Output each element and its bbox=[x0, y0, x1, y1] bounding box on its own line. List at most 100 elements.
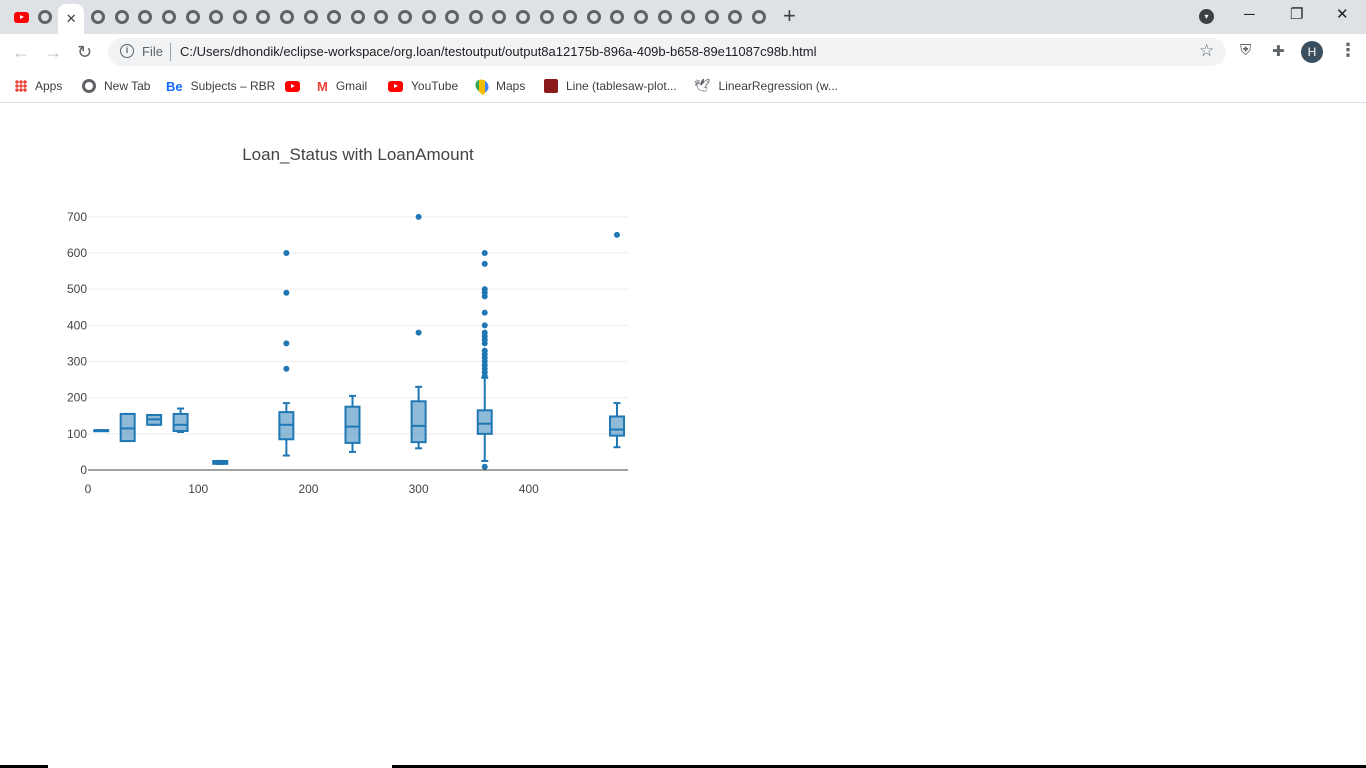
browser-tab[interactable] bbox=[323, 5, 345, 29]
box-rect bbox=[410, 400, 427, 444]
book-icon bbox=[544, 79, 558, 93]
close-icon[interactable]: ✕ bbox=[66, 11, 77, 27]
globe-icon bbox=[398, 10, 412, 24]
bookmark-new-tab[interactable]: New Tab bbox=[82, 76, 150, 96]
browser-tab[interactable] bbox=[488, 5, 510, 29]
browser-tab[interactable] bbox=[606, 5, 628, 29]
browser-tab[interactable] bbox=[654, 5, 676, 29]
address-bar[interactable]: i File C:/Users/dhondik/eclipse-workspac… bbox=[108, 38, 1226, 66]
browser-tab[interactable] bbox=[677, 5, 699, 29]
globe-icon bbox=[162, 10, 176, 24]
bookmark-line-tablesaw[interactable]: Line (tablesaw-plot... bbox=[544, 76, 677, 96]
browser-tab[interactable] bbox=[276, 5, 298, 29]
bookmark-subjects[interactable]: Be Subjects – RBR bbox=[166, 76, 275, 96]
browser-tab[interactable] bbox=[512, 5, 534, 29]
tab-search-icon[interactable]: ▾ bbox=[1199, 9, 1214, 24]
browser-tab[interactable] bbox=[252, 5, 274, 29]
new-tab-button[interactable]: + bbox=[783, 4, 796, 28]
browser-tab[interactable] bbox=[300, 5, 322, 29]
box-rect bbox=[608, 415, 625, 437]
globe-icon bbox=[209, 10, 224, 24]
browser-tab[interactable] bbox=[205, 5, 227, 29]
bookmark-label: Maps bbox=[496, 79, 526, 93]
outlier-point bbox=[481, 260, 488, 267]
browser-tab[interactable] bbox=[724, 5, 746, 29]
globe-icon bbox=[374, 10, 389, 24]
box-group bbox=[476, 250, 493, 470]
globe-icon bbox=[516, 10, 530, 24]
maps-icon bbox=[472, 76, 492, 96]
browser-tab[interactable] bbox=[134, 5, 156, 29]
close-window-icon[interactable]: ✕ bbox=[1336, 4, 1349, 26]
extensions-puzzle-icon[interactable]: ✚ bbox=[1272, 42, 1285, 60]
bookmark-label: LinearRegression (w... bbox=[718, 79, 838, 93]
bookmark-youtube[interactable]: YouTube bbox=[388, 76, 458, 96]
box-plot-chart: Loan_Status with LoanAmount 0 100 200 300 40… bbox=[67, 145, 628, 496]
browser-tab[interactable] bbox=[630, 5, 652, 29]
browser-tab[interactable] bbox=[701, 5, 723, 29]
browser-tab[interactable] bbox=[748, 5, 770, 29]
browser-tab[interactable] bbox=[182, 5, 204, 29]
shield-icon[interactable]: ⛨ bbox=[1240, 42, 1251, 59]
reload-icon[interactable]: ↻ bbox=[77, 40, 92, 64]
bookmark-label: Subjects – RBR bbox=[190, 79, 276, 93]
browser-tab[interactable] bbox=[559, 5, 581, 29]
browser-tab[interactable] bbox=[536, 5, 558, 29]
box-group bbox=[212, 459, 229, 465]
globe-icon bbox=[280, 10, 294, 24]
globe-icon bbox=[82, 79, 96, 93]
outlier-point bbox=[481, 463, 488, 470]
menu-dots-icon[interactable]: ⋮ bbox=[1339, 40, 1357, 61]
globe-icon bbox=[586, 10, 601, 24]
x-tick-label: 300 bbox=[409, 482, 429, 496]
browser-tab[interactable] bbox=[418, 5, 440, 29]
globe-icon bbox=[563, 10, 578, 24]
globe-icon bbox=[704, 10, 719, 24]
globe-icon bbox=[350, 10, 365, 24]
browser-tab[interactable] bbox=[158, 5, 180, 29]
browser-tab[interactable] bbox=[87, 5, 109, 29]
restore-icon[interactable]: ❐ bbox=[1290, 4, 1303, 26]
scheme-label: File bbox=[142, 44, 163, 59]
bookmark-gmail[interactable]: M Gmail bbox=[317, 76, 367, 96]
globe-icon bbox=[114, 10, 129, 24]
browser-tab[interactable] bbox=[370, 5, 392, 29]
bookmarks-bar: Apps New Tab Be Subjects – RBR M Gmail Y… bbox=[0, 70, 1366, 103]
bookmark-maps[interactable]: Maps bbox=[472, 76, 526, 96]
box-group bbox=[410, 213, 427, 450]
browser-tab[interactable] bbox=[347, 5, 369, 29]
box-group bbox=[278, 250, 295, 457]
y-tick-label: 100 bbox=[67, 427, 87, 441]
outlier-point bbox=[283, 365, 290, 372]
profile-avatar[interactable]: H bbox=[1301, 41, 1323, 63]
browser-tab[interactable] bbox=[10, 5, 32, 29]
browser-tab[interactable] bbox=[394, 5, 416, 29]
bookmark-label: Line (tablesaw-plot... bbox=[566, 79, 677, 93]
browser-tab[interactable] bbox=[583, 5, 605, 29]
browser-tab[interactable] bbox=[111, 5, 133, 29]
minimize-icon[interactable]: ─ bbox=[1244, 4, 1255, 26]
bookmark-linear-regression[interactable]: 🕊 LinearRegression (w... bbox=[694, 76, 838, 96]
info-icon[interactable]: i bbox=[120, 44, 134, 58]
browser-tab[interactable] bbox=[465, 5, 487, 29]
globe-icon bbox=[256, 10, 271, 24]
outlier-point bbox=[481, 250, 488, 257]
bookmark-apps[interactable]: Apps bbox=[15, 76, 62, 96]
bookmark-star-icon[interactable]: ☆ bbox=[1199, 41, 1214, 61]
chart-title: Loan_Status with LoanAmount bbox=[242, 145, 474, 164]
bookmark-youtube-icon-only[interactable] bbox=[285, 76, 308, 96]
globe-icon bbox=[327, 10, 342, 24]
x-tick-label: 200 bbox=[298, 482, 318, 496]
browser-tab[interactable] bbox=[229, 5, 251, 29]
bird-icon: 🕊 bbox=[694, 78, 711, 93]
browser-tab[interactable] bbox=[34, 5, 56, 29]
y-tick-label: 600 bbox=[67, 246, 87, 260]
browser-tab[interactable] bbox=[441, 5, 463, 29]
url-text[interactable]: C:/Users/dhondik/eclipse-workspace/org.l… bbox=[180, 44, 816, 59]
forward-arrow-icon[interactable]: → bbox=[44, 40, 62, 64]
back-arrow-icon[interactable]: ← bbox=[12, 40, 30, 64]
browser-tab[interactable]: ✕ bbox=[58, 4, 85, 34]
globe-icon bbox=[657, 10, 672, 24]
bookmark-label: Gmail bbox=[335, 79, 368, 93]
gmail-icon: M bbox=[317, 78, 328, 94]
